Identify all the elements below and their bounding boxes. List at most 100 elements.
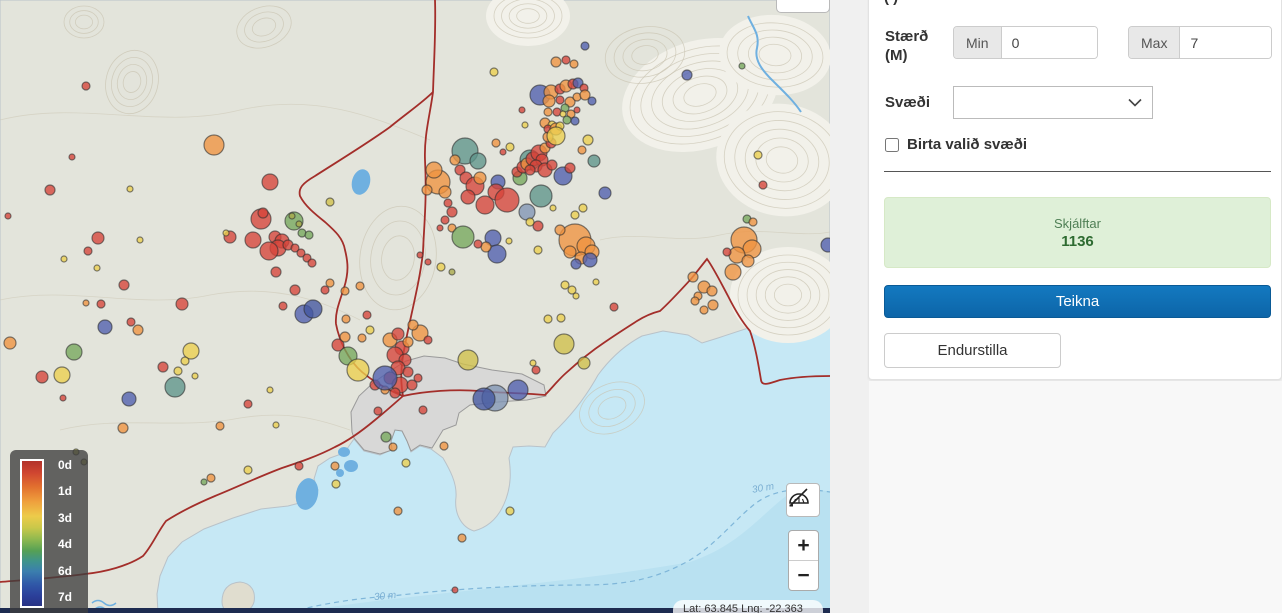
quake-marker[interactable]	[461, 190, 475, 204]
quake-marker[interactable]	[574, 107, 580, 113]
quake-marker[interactable]	[440, 442, 448, 450]
quake-marker[interactable]	[522, 122, 528, 128]
quake-marker[interactable]	[579, 204, 587, 212]
quake-marker[interactable]	[452, 226, 474, 248]
quake-marker[interactable]	[373, 366, 397, 390]
quake-marker[interactable]	[564, 246, 576, 258]
quake-marker[interactable]	[244, 466, 252, 474]
quake-marker[interactable]	[759, 181, 767, 189]
quake-marker[interactable]	[565, 163, 575, 173]
quake-marker[interactable]	[84, 247, 92, 255]
quake-marker[interactable]	[588, 155, 600, 167]
area-select[interactable]	[953, 86, 1153, 119]
quake-marker[interactable]	[408, 320, 418, 330]
quake-marker[interactable]	[340, 332, 350, 342]
quake-marker[interactable]	[36, 371, 48, 383]
quake-marker[interactable]	[551, 57, 561, 67]
quake-marker[interactable]	[708, 300, 718, 310]
quake-marker[interactable]	[414, 374, 422, 382]
quake-marker[interactable]	[181, 357, 189, 365]
quake-marker[interactable]	[424, 336, 432, 344]
quake-marker[interactable]	[554, 334, 574, 354]
quake-marker[interactable]	[544, 108, 552, 116]
quake-marker[interactable]	[519, 204, 535, 220]
quake-marker[interactable]	[571, 259, 581, 269]
quake-marker[interactable]	[583, 253, 597, 267]
quake-marker[interactable]	[133, 325, 143, 335]
quake-marker[interactable]	[127, 318, 135, 326]
quake-marker[interactable]	[419, 406, 427, 414]
quake-marker[interactable]	[260, 242, 278, 260]
quake-marker[interactable]	[556, 96, 564, 104]
quake-marker[interactable]	[127, 186, 133, 192]
measure-button[interactable]	[786, 483, 820, 517]
quake-marker[interactable]	[341, 287, 349, 295]
quake-marker[interactable]	[271, 267, 281, 277]
quake-marker[interactable]	[403, 367, 413, 377]
quake-marker[interactable]	[562, 56, 570, 64]
quake-marker[interactable]	[449, 269, 455, 275]
quake-marker[interactable]	[426, 162, 442, 178]
quake-marker[interactable]	[437, 263, 445, 271]
reset-button[interactable]: Endurstilla	[884, 333, 1061, 368]
quake-marker[interactable]	[557, 314, 565, 322]
quake-marker[interactable]	[682, 70, 692, 80]
quake-marker[interactable]	[610, 303, 618, 311]
quake-marker[interactable]	[547, 127, 565, 145]
quake-marker[interactable]	[61, 256, 67, 262]
quake-marker[interactable]	[118, 423, 128, 433]
quake-marker[interactable]	[573, 293, 579, 299]
quake-marker[interactable]	[290, 285, 300, 295]
quake-marker[interactable]	[262, 174, 278, 190]
quake-marker[interactable]	[273, 422, 279, 428]
quake-marker[interactable]	[470, 153, 486, 169]
quake-marker[interactable]	[700, 306, 708, 314]
quake-marker[interactable]	[506, 143, 514, 151]
quake-marker[interactable]	[82, 82, 90, 90]
quake-marker[interactable]	[739, 63, 745, 69]
quake-marker[interactable]	[474, 240, 482, 248]
quake-marker[interactable]	[543, 95, 555, 107]
quake-marker[interactable]	[326, 279, 334, 287]
quake-marker[interactable]	[571, 211, 579, 219]
quake-marker[interactable]	[347, 359, 369, 381]
quake-marker[interactable]	[492, 139, 500, 147]
quake-marker[interactable]	[447, 207, 457, 217]
quake-marker[interactable]	[69, 154, 75, 160]
quake-marker[interactable]	[474, 172, 486, 184]
quake-marker[interactable]	[267, 387, 273, 393]
quake-marker[interactable]	[506, 507, 514, 515]
quake-marker[interactable]	[356, 282, 364, 290]
quake-marker[interactable]	[295, 462, 303, 470]
quake-marker[interactable]	[526, 218, 534, 226]
quake-marker[interactable]	[92, 232, 104, 244]
quake-marker[interactable]	[165, 377, 185, 397]
quake-marker[interactable]	[599, 187, 611, 199]
quake-marker[interactable]	[207, 474, 215, 482]
quake-marker[interactable]	[332, 480, 340, 488]
quake-marker[interactable]	[374, 407, 382, 415]
quake-marker[interactable]	[550, 205, 556, 211]
quake-marker[interactable]	[555, 225, 565, 235]
quake-marker[interactable]	[742, 255, 754, 267]
quake-marker[interactable]	[444, 199, 452, 207]
quake-marker[interactable]	[305, 231, 313, 239]
quake-marker[interactable]	[326, 198, 334, 206]
quake-marker[interactable]	[725, 264, 741, 280]
show-selected-area-checkbox[interactable]	[885, 138, 899, 152]
quake-marker[interactable]	[508, 380, 528, 400]
map[interactable]: 30 m 30 m 0d 1d 3d 4d 6d 7d	[0, 0, 830, 613]
quake-marker[interactable]	[122, 392, 136, 406]
zoom-out-button[interactable]: −	[789, 561, 818, 591]
quake-marker[interactable]	[216, 422, 224, 430]
quake-marker[interactable]	[530, 185, 552, 207]
quake-marker[interactable]	[688, 272, 698, 282]
quake-marker[interactable]	[331, 462, 339, 470]
quake-marker[interactable]	[570, 60, 578, 68]
quake-marker[interactable]	[821, 238, 830, 252]
quake-marker[interactable]	[83, 300, 89, 306]
quake-marker[interactable]	[578, 357, 590, 369]
quake-marker[interactable]	[402, 459, 410, 467]
quake-marker[interactable]	[749, 218, 757, 226]
quake-marker[interactable]	[593, 279, 599, 285]
